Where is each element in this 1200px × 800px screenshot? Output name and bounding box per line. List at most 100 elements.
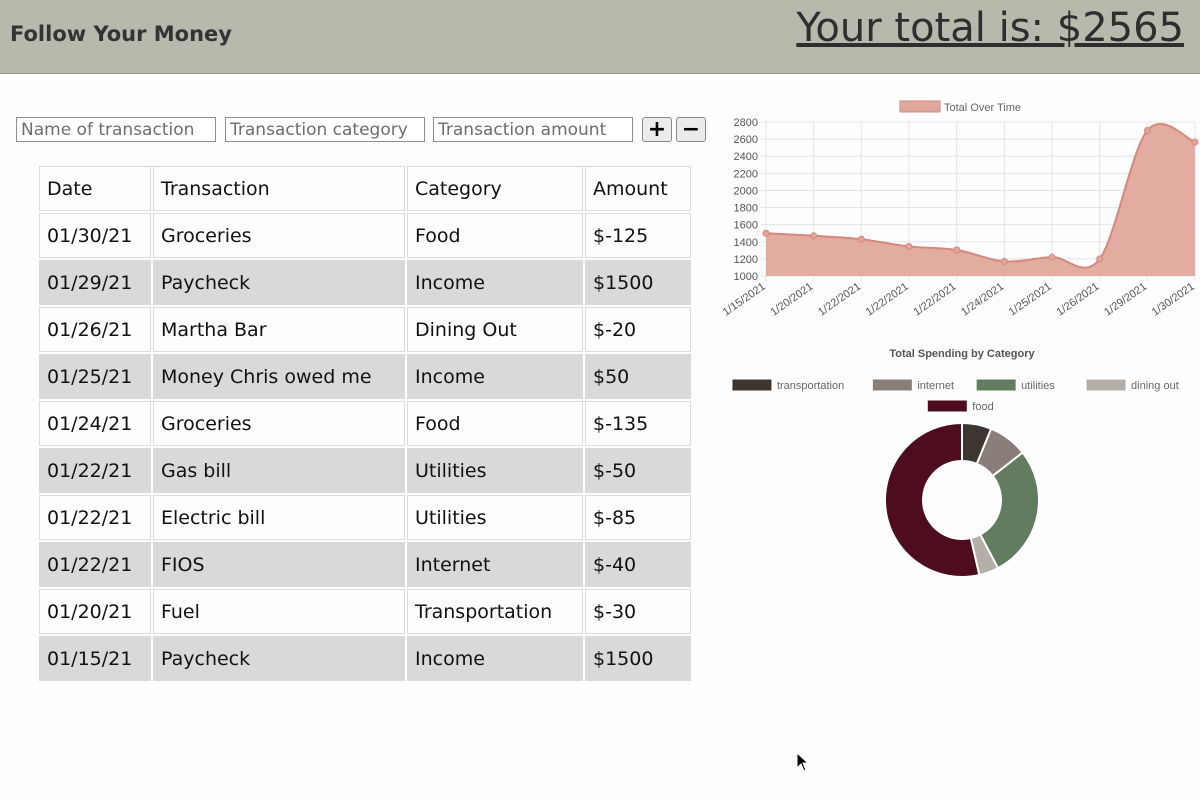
cell-date: 01/25/21 (39, 354, 151, 399)
cell-amount: $1500 (585, 260, 691, 305)
cell-amount: $50 (585, 354, 691, 399)
x-tick-label: 1/25/2021 (1007, 281, 1054, 319)
y-tick-label: 2600 (734, 134, 758, 146)
subtract-funds-button[interactable]: − (676, 117, 706, 142)
legend-label: internet (917, 380, 954, 392)
table-row: 01/29/21 Paycheck Income $1500 (39, 260, 691, 305)
table-row: 01/22/21 Electric bill Utilities $-85 (39, 495, 691, 540)
cell-date: 01/20/21 (39, 589, 151, 634)
cell-date: 01/29/21 (39, 260, 151, 305)
cell-date: 01/26/21 (39, 307, 151, 352)
y-tick-label: 2200 (734, 168, 758, 180)
y-tick-label: 2800 (734, 117, 758, 129)
cell-transaction: Money Chris owed me (153, 354, 405, 399)
y-tick-label: 1400 (734, 237, 758, 249)
data-point (857, 235, 865, 243)
cell-transaction: FIOS (153, 542, 405, 587)
x-tick-label: 1/15/2021 (721, 281, 768, 319)
header-bar: Follow Your Money Your total is: $2565 (0, 0, 1200, 74)
x-tick-label: 1/22/2021 (816, 281, 863, 319)
cell-amount: $-85 (585, 495, 691, 540)
data-point (1143, 127, 1151, 135)
cell-amount: $1500 (585, 636, 691, 681)
legend-swatch (926, 399, 968, 413)
cell-date: 01/22/21 (39, 495, 151, 540)
spending-by-category-chart: Total Spending by Category transportation… (731, 348, 1179, 578)
y-tick-label: 2000 (734, 185, 758, 197)
x-tick-label: 1/22/2021 (864, 281, 911, 319)
legend-label: Total Over Time (944, 102, 1021, 114)
cell-date: 01/22/21 (39, 448, 151, 493)
cell-amount: $-125 (585, 213, 691, 258)
data-point (1096, 255, 1104, 263)
data-point (905, 242, 913, 250)
column-header-transaction: Transaction (153, 166, 405, 211)
data-point (953, 246, 961, 254)
cell-category: Transportation (407, 589, 583, 634)
legend-label: utilities (1021, 380, 1055, 392)
x-tick-label: 1/26/2021 (1054, 281, 1101, 319)
transaction-amount-input[interactable] (433, 117, 633, 142)
y-tick-label: 1600 (734, 220, 758, 232)
transaction-name-input[interactable] (16, 117, 216, 142)
x-tick-label: 1/30/2021 (1150, 281, 1197, 319)
cell-category: Income (407, 354, 583, 399)
table-row: 01/22/21 Gas bill Utilities $-50 (39, 448, 691, 493)
total-balance: Your total is: $2565 (796, 5, 1184, 51)
table-row: 01/22/21 FIOS Internet $-40 (39, 542, 691, 587)
cell-category: Utilities (407, 495, 583, 540)
cell-amount: $-135 (585, 401, 691, 446)
column-header-amount: Amount (585, 166, 691, 211)
cell-category: Utilities (407, 448, 583, 493)
cell-transaction: Groceries (153, 213, 405, 258)
cell-amount: $-20 (585, 307, 691, 352)
cell-amount: $-40 (585, 542, 691, 587)
y-tick-label: 2400 (734, 151, 758, 163)
data-point (810, 232, 818, 240)
column-header-date: Date (39, 166, 151, 211)
cell-amount: $-50 (585, 448, 691, 493)
add-funds-button[interactable]: + (642, 117, 672, 142)
cell-category: Food (407, 401, 583, 446)
cell-category: Income (407, 260, 583, 305)
cell-date: 01/30/21 (39, 213, 151, 258)
app-title: Follow Your Money (10, 22, 232, 46)
x-tick-label: 1/22/2021 (911, 281, 958, 319)
legend-label: dining out (1131, 380, 1179, 392)
table-row: 01/25/21 Money Chris owed me Income $50 (39, 354, 691, 399)
table-row: 01/15/21 Paycheck Income $1500 (39, 636, 691, 681)
cell-date: 01/24/21 (39, 401, 151, 446)
cell-transaction: Electric bill (153, 495, 405, 540)
cell-date: 01/15/21 (39, 636, 151, 681)
table-row: 01/26/21 Martha Bar Dining Out $-20 (39, 307, 691, 352)
legend-swatch (975, 378, 1017, 392)
legend-swatch (1085, 378, 1127, 392)
cell-transaction: Groceries (153, 401, 405, 446)
column-header-category: Category (407, 166, 583, 211)
cell-category: Income (407, 636, 583, 681)
cell-transaction: Gas bill (153, 448, 405, 493)
data-point (1191, 138, 1199, 146)
cell-category: Food (407, 213, 583, 258)
cell-transaction: Martha Bar (153, 307, 405, 352)
cell-transaction: Fuel (153, 589, 405, 634)
cell-category: Dining Out (407, 307, 583, 352)
legend-label: food (972, 401, 993, 413)
mouse-cursor-icon (796, 752, 810, 772)
transaction-table: Date Transaction Category Amount 01/30/2… (37, 164, 693, 683)
legend-swatch (899, 100, 941, 113)
total-over-time-chart: Total Over Time 1000 1200 1400 1600 1800 2000 2… (721, 100, 1199, 319)
series-area (766, 123, 1195, 276)
chart-title: Total Spending by Category (889, 348, 1035, 360)
cell-date: 01/22/21 (39, 542, 151, 587)
x-tick-label: 1/20/2021 (768, 281, 815, 319)
data-point (1048, 253, 1056, 261)
legend-swatch (731, 378, 773, 392)
legend-label: transportation (777, 380, 844, 392)
transaction-category-input[interactable] (225, 117, 425, 142)
data-point (1000, 257, 1008, 265)
y-tick-label: 1800 (734, 203, 758, 215)
table-row: 01/20/21 Fuel Transportation $-30 (39, 589, 691, 634)
table-row: 01/30/21 Groceries Food $-125 (39, 213, 691, 258)
y-tick-label: 1200 (734, 254, 758, 266)
